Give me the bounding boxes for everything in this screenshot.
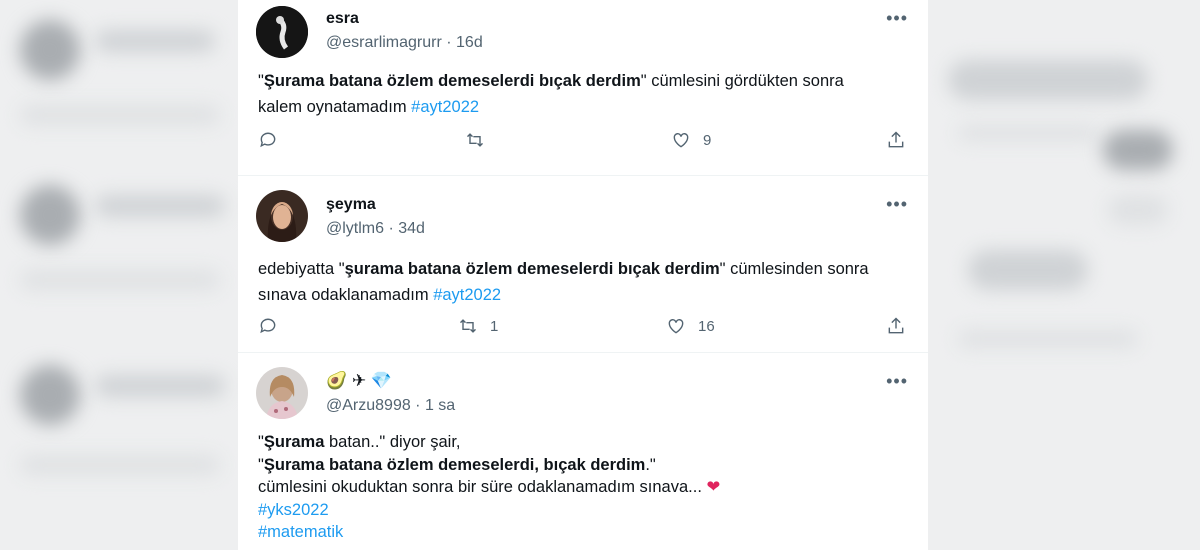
tweet-item[interactable]: esra @esrarlimagrurr · 16d ••• "Şurama b… bbox=[238, 0, 928, 176]
reply-icon bbox=[260, 318, 276, 334]
hashtag-link[interactable]: #ayt2022 bbox=[411, 98, 479, 116]
handle-timestamp[interactable]: @Arzu8998 · 1 sa bbox=[326, 397, 455, 415]
reply-button[interactable] bbox=[258, 130, 278, 150]
more-options-icon[interactable]: ••• bbox=[886, 194, 908, 215]
heart-icon bbox=[668, 319, 684, 334]
like-count: 16 bbox=[698, 317, 715, 335]
retweet-button[interactable] bbox=[465, 130, 485, 150]
display-name[interactable]: esra bbox=[326, 10, 359, 28]
retweet-icon bbox=[459, 319, 477, 333]
like-button[interactable]: 16 bbox=[666, 316, 715, 336]
display-name[interactable]: 🥑 ✈ 💎 bbox=[326, 371, 392, 391]
avatar[interactable] bbox=[256, 6, 308, 58]
like-button[interactable]: 9 bbox=[671, 130, 711, 150]
blurred-background-right bbox=[928, 0, 1200, 550]
heart-icon bbox=[673, 133, 689, 148]
tweet-item[interactable]: 🥑 ✈ 💎 @Arzu8998 · 1 sa ••• "Şurama batan… bbox=[238, 353, 928, 550]
more-options-icon[interactable]: ••• bbox=[886, 371, 908, 392]
blurred-background-left bbox=[0, 0, 238, 550]
tweet-feed: esra @esrarlimagrurr · 16d ••• "Şurama b… bbox=[238, 0, 928, 550]
retweet-count: 1 bbox=[490, 317, 499, 335]
display-name[interactable]: şeyma bbox=[326, 196, 376, 214]
share-button[interactable] bbox=[886, 130, 906, 150]
retweet-button[interactable]: 1 bbox=[458, 316, 498, 336]
retweet-icon bbox=[466, 133, 484, 147]
share-icon bbox=[888, 131, 904, 148]
tweet-text: "Şurama batan.." diyor şair, "Şurama bat… bbox=[258, 433, 721, 541]
like-count: 9 bbox=[703, 131, 712, 149]
reply-icon bbox=[260, 132, 276, 148]
tweet-item[interactable]: şeyma @lytlm6 · 34d ••• edebiyatta "şura… bbox=[238, 176, 928, 353]
tweet-text: "Şurama batana özlem demeselerdi bıçak d… bbox=[258, 72, 844, 116]
hashtag-link[interactable]: #ayt2022 bbox=[433, 286, 501, 304]
tweet-text: edebiyatta "şurama batana özlem demesele… bbox=[258, 260, 869, 304]
heart-emoji: ❤ bbox=[706, 478, 721, 496]
handle-timestamp[interactable]: @esrarlimagrurr · 16d bbox=[326, 34, 483, 52]
hashtag-link[interactable]: #yks2022 bbox=[258, 501, 329, 519]
share-button[interactable] bbox=[886, 316, 906, 336]
share-icon bbox=[888, 317, 904, 334]
handle-timestamp[interactable]: @lytlm6 · 34d bbox=[326, 220, 425, 238]
avatar[interactable] bbox=[256, 190, 308, 242]
more-options-icon[interactable]: ••• bbox=[886, 8, 908, 29]
avatar[interactable] bbox=[256, 367, 308, 419]
reply-button[interactable] bbox=[258, 316, 278, 336]
hashtag-link[interactable]: #matematik bbox=[258, 523, 343, 541]
